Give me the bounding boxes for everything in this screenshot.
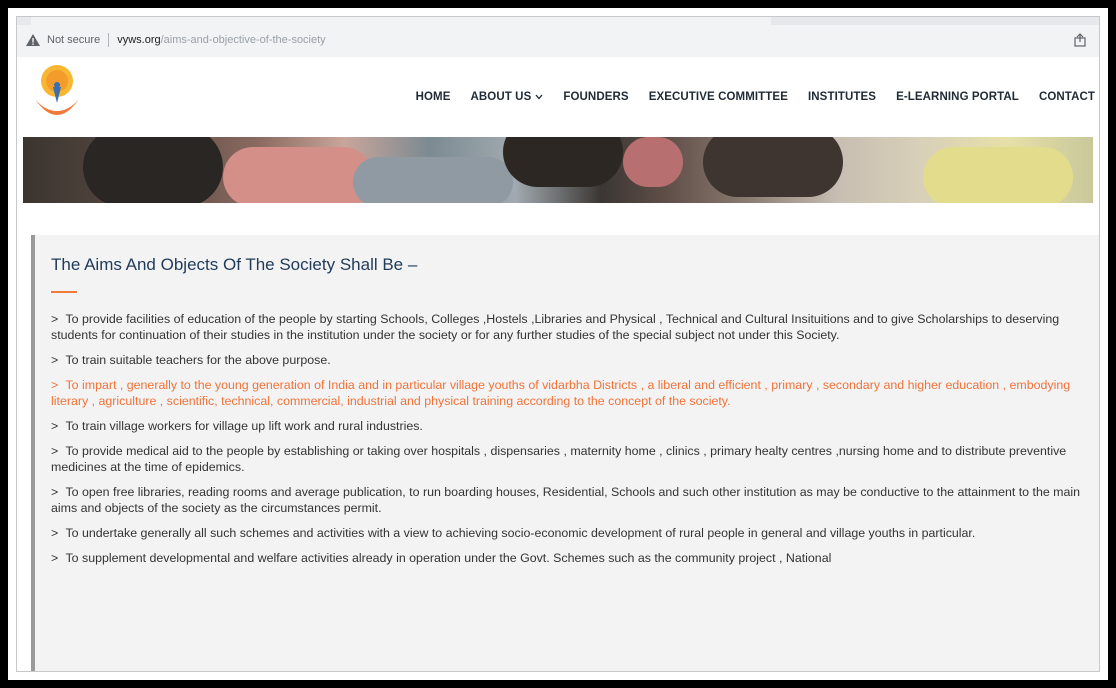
aim-item: > To train village workers for village u… (51, 418, 1089, 434)
hero-figure (223, 147, 373, 203)
aim-text: To supplement developmental and welfare … (65, 551, 832, 565)
hero-figure (353, 157, 513, 203)
aim-item-highlighted: > To impart , generally to the young gen… (51, 377, 1089, 409)
aim-text: To impart , generally to the young gener… (51, 378, 1071, 408)
hero-figure (923, 147, 1073, 203)
share-icon[interactable] (1073, 33, 1087, 47)
hero-figure (83, 137, 223, 203)
hero-figure (703, 137, 843, 197)
bullet-chevron: > (51, 312, 59, 326)
bullet-chevron: > (51, 444, 59, 458)
aim-text: To undertake generally all such schemes … (65, 526, 976, 540)
bullet-chevron: > (51, 378, 59, 392)
security-label[interactable]: Not secure (47, 34, 100, 46)
bullet-chevron: > (51, 419, 59, 433)
chevron-down-icon (535, 94, 543, 100)
nav-about-us[interactable]: ABOUT US (470, 91, 543, 103)
address-bar[interactable]: Not secure vyws.org/aims-and-objective-o… (17, 17, 1099, 57)
nav-executive-committee[interactable]: EXECUTIVE COMMITTEE (649, 91, 788, 103)
url-domain: vyws.org (117, 34, 161, 46)
url-text[interactable]: vyws.org/aims-and-objective-of-the-socie… (117, 34, 325, 46)
nav-institutes-label: INSTITUTES (807, 91, 877, 103)
title-underline (51, 291, 77, 293)
aim-item: > To open free libraries, reading rooms … (51, 484, 1089, 516)
browser-window: Not secure vyws.org/aims-and-objective-o… (16, 16, 1100, 672)
aim-text: To train village workers for village up … (65, 419, 423, 433)
nav-institutes[interactable]: INSTITUTES (808, 91, 876, 103)
aim-text: To provide medical aid to the people by … (51, 444, 1067, 474)
aim-item: > To train suitable teachers for the abo… (51, 352, 1089, 368)
aim-item: > To undertake generally all such scheme… (51, 525, 1089, 541)
warning-icon[interactable] (25, 33, 41, 47)
main-nav: HOME ABOUT US FOUNDERS EXECUTIVE COMMITT… (416, 91, 1095, 103)
nav-contact[interactable]: CONTACT (1039, 91, 1095, 103)
nav-e-learning-portal[interactable]: E-LEARNING PORTAL (896, 91, 1019, 103)
aims-section: The Aims And Objects Of The Society Shal… (31, 235, 1099, 671)
screenshot-frame: Not secure vyws.org/aims-and-objective-o… (0, 0, 1116, 688)
nav-about-us-label: ABOUT US (470, 91, 532, 103)
active-tab[interactable] (31, 17, 771, 25)
nav-home-label: HOME (415, 91, 451, 103)
aim-text: To open free libraries, reading rooms an… (51, 485, 1081, 515)
nav-e-learning-portal-label: E-LEARNING PORTAL (896, 91, 1019, 103)
bullet-chevron: > (51, 526, 59, 540)
bullet-chevron: > (51, 485, 59, 499)
page-title: The Aims And Objects Of The Society Shal… (51, 255, 418, 274)
nav-founders-label: FOUNDERS (563, 91, 629, 103)
tab-strip (17, 17, 1099, 25)
bullet-chevron: > (51, 353, 59, 367)
site-header: HOME ABOUT US FOUNDERS EXECUTIVE COMMITT… (17, 57, 1099, 137)
aim-item: > To supplement developmental and welfar… (51, 550, 1089, 566)
nav-contact-label: CONTACT (1038, 91, 1095, 103)
url-path: /aims-and-objective-of-the-society (160, 34, 326, 46)
society-logo[interactable] (29, 61, 85, 127)
bullet-chevron: > (51, 551, 59, 565)
hero-figure (623, 137, 683, 187)
address-separator (108, 33, 110, 47)
aim-item: > To provide facilities of education of … (51, 311, 1089, 343)
nav-executive-committee-label: EXECUTIVE COMMITTEE (648, 91, 788, 103)
hero-banner-image (23, 137, 1093, 203)
nav-founders[interactable]: FOUNDERS (563, 91, 628, 103)
nav-home[interactable]: HOME (416, 91, 451, 103)
hero-figure (503, 137, 623, 187)
aim-item: > To provide medical aid to the people b… (51, 443, 1089, 475)
aim-text: To train suitable teachers for the above… (65, 353, 331, 367)
aim-text: To provide facilities of education of th… (51, 312, 1060, 342)
